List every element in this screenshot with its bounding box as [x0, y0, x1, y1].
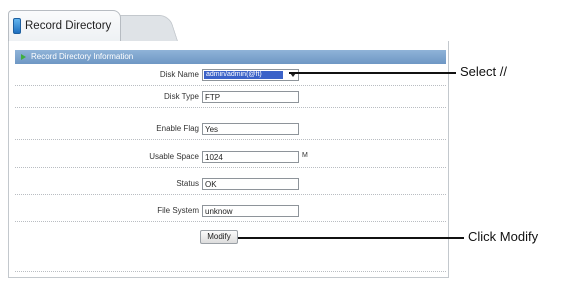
disk-type-label: Disk Type [164, 92, 199, 101]
row-enable-flag: Enable Flag [15, 119, 446, 140]
enable-flag-label: Enable Flag [156, 124, 199, 133]
section-header: Record Directory Information [15, 50, 446, 64]
enable-flag-field[interactable] [202, 123, 299, 135]
arrow-right-icon [21, 54, 26, 60]
row-status: Status [15, 174, 446, 195]
row-usable-space: Usable Space M [15, 147, 446, 168]
modify-callout-line [238, 237, 464, 239]
row-disk-name: Disk Name admin/admin(@ft) [15, 65, 446, 86]
disk-name-selected-value: admin/admin(@ft) [204, 71, 283, 79]
select-callout-text: Select // [460, 64, 507, 79]
status-label: Status [176, 179, 199, 188]
section-title: Record Directory Information [31, 52, 134, 61]
modify-callout-text: Click Modify [468, 229, 539, 244]
tab-label: Record Directory [25, 20, 112, 32]
usable-space-field[interactable] [202, 151, 299, 163]
file-system-field[interactable] [202, 205, 299, 217]
file-system-label: File System [157, 206, 199, 215]
usable-space-unit: M [302, 152, 308, 159]
storage-icon [13, 18, 21, 34]
disk-name-select[interactable]: admin/admin(@ft) [202, 69, 299, 81]
row-spacer [15, 251, 446, 272]
select-callout-line [289, 72, 456, 74]
status-field[interactable] [202, 178, 299, 190]
modify-button[interactable]: Modify [200, 230, 238, 244]
row-disk-type: Disk Type [15, 87, 446, 108]
tab-record-directory[interactable]: Record Directory [8, 10, 121, 41]
disk-name-label: Disk Name [159, 70, 199, 79]
usable-space-label: Usable Space [149, 152, 199, 161]
disk-type-field[interactable] [202, 91, 299, 103]
row-file-system: File System [15, 201, 446, 222]
